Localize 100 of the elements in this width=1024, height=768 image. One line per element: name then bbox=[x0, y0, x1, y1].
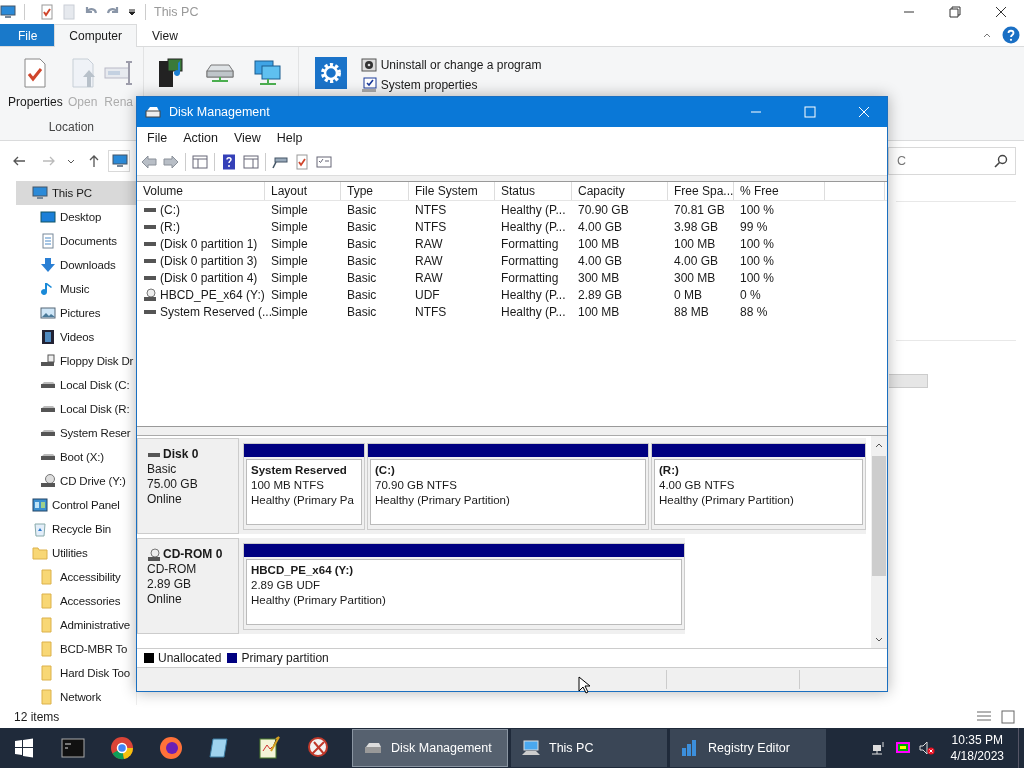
clock-time[interactable]: 10:35 PM bbox=[951, 732, 1003, 748]
table-cell: (C:) bbox=[160, 202, 180, 217]
dropdown-icon[interactable] bbox=[127, 7, 137, 17]
nav-item[interactable]: Floppy Disk Dr bbox=[0, 349, 136, 373]
table-cell: 88 MB bbox=[674, 304, 709, 319]
help-icon[interactable] bbox=[221, 154, 237, 170]
taskbar-button[interactable]: This PC bbox=[511, 729, 667, 767]
column-header[interactable]: Type bbox=[341, 182, 409, 200]
browser-icon[interactable] bbox=[110, 736, 134, 760]
properties-icon[interactable] bbox=[316, 154, 332, 170]
taskbar-button[interactable]: Disk Management bbox=[352, 729, 508, 767]
table-cell: Basic bbox=[347, 219, 377, 234]
nav-item[interactable]: Control Panel bbox=[0, 493, 136, 517]
ribbon-tab[interactable]: Computer bbox=[54, 24, 138, 47]
start-button[interactable] bbox=[14, 738, 34, 758]
forward-icon[interactable] bbox=[163, 154, 179, 170]
nav-item[interactable]: Accessories bbox=[0, 589, 136, 613]
item-count: 12 items bbox=[14, 709, 60, 724]
back-icon[interactable] bbox=[141, 154, 157, 170]
control-panel-icon bbox=[32, 497, 48, 513]
nav-item[interactable]: Videos bbox=[0, 325, 136, 349]
table-cell: 70.90 GB bbox=[578, 202, 629, 217]
nav-item[interactable]: Local Disk (C: bbox=[0, 373, 136, 397]
column-header[interactable]: File System bbox=[409, 182, 495, 200]
search-icon bbox=[993, 153, 1009, 169]
nav-item[interactable]: Network bbox=[0, 685, 136, 705]
nav-item[interactable]: Downloads bbox=[0, 253, 136, 277]
ribbon-tab[interactable]: File bbox=[0, 24, 55, 46]
partition-size: 4.00 GB NTFS bbox=[659, 478, 736, 493]
nav-item[interactable]: CD Drive (Y:) bbox=[0, 469, 136, 493]
table-cell: 100 MB bbox=[578, 236, 620, 251]
cd-drive-icon bbox=[40, 473, 56, 489]
table-cell: NTFS bbox=[415, 304, 447, 319]
connect-drive-icon[interactable] bbox=[272, 154, 288, 170]
column-header[interactable]: Capacity bbox=[572, 182, 668, 200]
table-cell: 0 MB bbox=[674, 287, 702, 302]
column-header[interactable]: Layout bbox=[265, 182, 341, 200]
nav-item[interactable]: This PC bbox=[16, 181, 136, 205]
disk-info: Online bbox=[147, 492, 183, 507]
help-icon[interactable] bbox=[1002, 26, 1020, 44]
nav-item[interactable]: Utilities bbox=[0, 541, 136, 565]
column-header[interactable]: Volume bbox=[137, 182, 265, 200]
network-icon[interactable] bbox=[870, 740, 887, 756]
menu-item[interactable]: View bbox=[225, 131, 269, 145]
clock-date[interactable]: 4/18/2023 bbox=[950, 748, 1004, 764]
partition-block[interactable]: (R:) 4.00 GB NTFS Healthy (Primary Partition) bbox=[651, 443, 866, 530]
ribbon-link[interactable]: System properties bbox=[360, 77, 542, 93]
nav-item[interactable]: Recycle Bin bbox=[0, 517, 136, 541]
nav-item[interactable]: Administrative bbox=[0, 613, 136, 637]
column-header[interactable]: Free Spa... bbox=[668, 182, 734, 200]
column-header[interactable]: % Free bbox=[734, 182, 825, 200]
ribbon-button[interactable]: Properties bbox=[6, 51, 65, 109]
action-pane-icon[interactable] bbox=[243, 154, 259, 170]
address-field[interactable] bbox=[108, 150, 130, 172]
computer-icon bbox=[32, 185, 48, 201]
taskbar-button[interactable]: Registry Editor bbox=[670, 729, 826, 767]
drive-icon bbox=[41, 430, 55, 436]
nav-item[interactable]: System Reser bbox=[0, 421, 136, 445]
floppy-drive-icon bbox=[40, 353, 56, 369]
checklist-icon[interactable] bbox=[294, 154, 310, 170]
disk-name: CD-ROM 0 bbox=[163, 547, 223, 562]
nav-item[interactable]: Music bbox=[0, 277, 136, 301]
ribbon-link[interactable]: Uninstall or change a program bbox=[360, 57, 542, 73]
partition-block[interactable]: HBCD_PE_x64 (Y:) 2.89 GB UDF Healthy (Primary Partition) bbox=[243, 543, 685, 630]
ribbon-tab[interactable]: View bbox=[137, 24, 193, 46]
nav-item[interactable]: Local Disk (R: bbox=[0, 397, 136, 421]
color-icon[interactable] bbox=[894, 740, 911, 756]
nav-item[interactable]: Hard Disk Too bbox=[0, 661, 136, 685]
search-field[interactable]: C bbox=[888, 147, 1016, 175]
nav-item[interactable]: Desktop bbox=[0, 205, 136, 229]
nav-item[interactable]: Boot (X:) bbox=[0, 445, 136, 469]
menu-item[interactable]: Help bbox=[268, 131, 311, 145]
menu-item[interactable]: File bbox=[139, 131, 176, 145]
table-cell: NTFS bbox=[415, 219, 447, 234]
properties-icon[interactable] bbox=[39, 4, 55, 20]
partition-size: 70.90 GB NTFS bbox=[375, 478, 458, 493]
menu-item[interactable]: Action bbox=[175, 131, 226, 145]
window-title: This PC bbox=[154, 5, 199, 19]
scrollbar[interactable] bbox=[871, 436, 887, 648]
folder-icon bbox=[32, 545, 48, 561]
cd-drive-icon bbox=[147, 547, 161, 562]
pictures-icon bbox=[40, 305, 56, 321]
nav-item[interactable]: BCD-MBR To bbox=[0, 637, 136, 661]
group-label: Location bbox=[47, 120, 96, 136]
console-tree-icon[interactable] bbox=[192, 154, 208, 170]
table-cell: Healthy (P... bbox=[501, 304, 566, 319]
terminal-icon[interactable] bbox=[61, 736, 85, 760]
partition-size: 2.89 GB UDF bbox=[251, 578, 322, 593]
nav-item[interactable]: Pictures bbox=[0, 301, 136, 325]
volume-muted-icon[interactable] bbox=[918, 740, 935, 756]
disk-info: 75.00 GB bbox=[147, 477, 199, 492]
notepad-icon[interactable] bbox=[257, 736, 281, 760]
partition-block[interactable]: (C:) 70.90 GB NTFS Healthy (Primary Partition) bbox=[367, 443, 649, 530]
table-cell: 99 % bbox=[740, 219, 768, 234]
nav-item[interactable]: Documents bbox=[0, 229, 136, 253]
table-cell: 100 MB bbox=[674, 236, 716, 251]
partition-block[interactable]: System Reserved 100 MB NTFS Healthy (Primary Pa bbox=[243, 443, 365, 530]
nav-item[interactable]: Accessibility bbox=[0, 565, 136, 589]
column-header[interactable]: Status bbox=[495, 182, 572, 200]
table-cell: 3.98 GB bbox=[674, 219, 719, 234]
